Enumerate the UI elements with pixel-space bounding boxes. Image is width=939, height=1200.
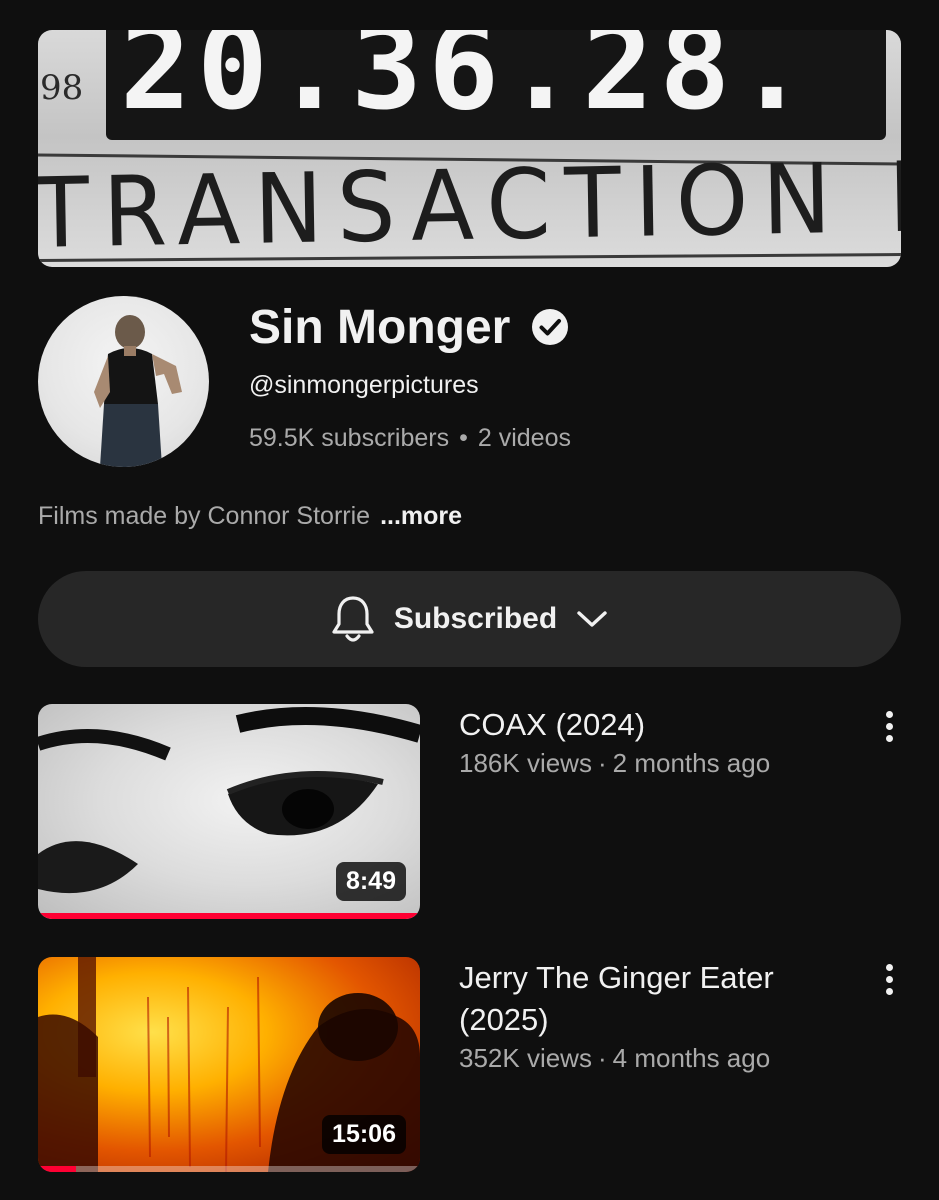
video-thumbnail[interactable]: 8:49	[38, 704, 420, 919]
channel-stats: 59.5K subscribers • 2 videos	[249, 424, 571, 453]
video-list-item[interactable]: 15:06 Jerry The Ginger Eater (2025) 352K…	[38, 957, 901, 1173]
watch-progress-track	[38, 1166, 420, 1172]
more-options-icon[interactable]	[877, 706, 901, 746]
video-age: 2 months ago	[612, 748, 771, 778]
description-text: Films made by Connor Storrie	[38, 502, 371, 530]
chevron-down-icon	[575, 608, 609, 630]
more-link[interactable]: ...more	[380, 502, 462, 530]
video-age: 4 months ago	[612, 1043, 771, 1073]
video-title[interactable]: COAX (2024)	[459, 704, 859, 746]
watch-progress-bar	[38, 1166, 77, 1172]
video-meta: 352K views · 4 months ago	[459, 1043, 770, 1074]
more-options-icon[interactable]	[877, 959, 901, 999]
bell-icon	[330, 594, 376, 644]
stats-separator: •	[459, 424, 468, 452]
watch-progress-bar	[38, 913, 420, 919]
channel-description[interactable]: Films made by Connor Storrie ...more	[38, 502, 462, 531]
channel-handle: @sinmongerpictures	[249, 371, 479, 399]
video-list-item[interactable]: 8:49 COAX (2024) 186K views · 2 months ago	[38, 704, 901, 920]
meta-separator: ·	[597, 748, 607, 778]
channel-name-row: Sin Monger	[249, 296, 570, 358]
subscriber-count: 59.5K subscribers	[249, 424, 450, 452]
video-meta: 186K views · 2 months ago	[459, 748, 770, 779]
video-views: 186K views	[459, 748, 592, 778]
video-thumbnail[interactable]: 15:06	[38, 957, 420, 1172]
channel-name: Sin Monger	[249, 300, 511, 354]
banner-clock-text: 20.36.28.	[120, 30, 814, 136]
banner-side-number: 98	[40, 68, 84, 108]
channel-banner: 20.36.28. 98 TRANSACTION PLANE	[38, 30, 901, 267]
banner-handwriting-text: TRANSACTION PLANE	[38, 135, 901, 267]
video-duration: 8:49	[335, 862, 406, 901]
video-duration: 15:06	[322, 1115, 406, 1154]
subscribed-label: Subscribed	[393, 602, 558, 635]
video-title[interactable]: Jerry The Ginger Eater (2025)	[459, 957, 859, 1041]
video-count: 2 videos	[477, 424, 571, 452]
subscribed-button[interactable]: Subscribed	[38, 571, 901, 667]
meta-separator: ·	[597, 1043, 607, 1073]
channel-avatar[interactable]	[38, 296, 209, 467]
verified-check-icon	[530, 307, 570, 347]
video-views: 352K views	[459, 1043, 592, 1073]
